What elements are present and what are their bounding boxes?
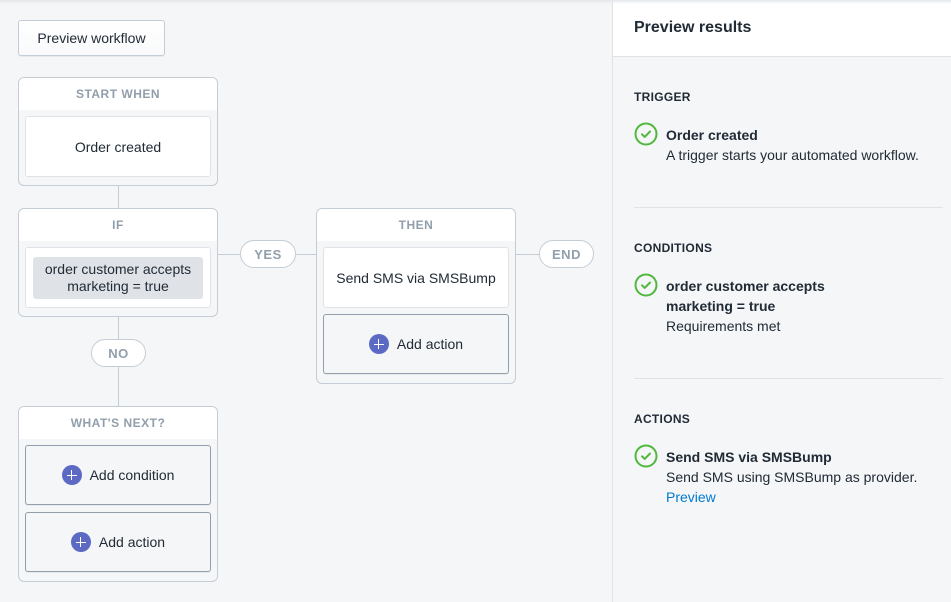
preview-workflow-button[interactable]: Preview workflow — [18, 20, 165, 56]
action-card[interactable]: Send SMS via SMSBump — [323, 247, 509, 308]
connector-start-if — [118, 185, 119, 209]
actions-result: Send SMS via SMSBump Send SMS using SMSB… — [634, 444, 943, 507]
trigger-section-title: TRIGGER — [634, 90, 691, 104]
trigger-result: Order created A trigger starts your auto… — [634, 122, 943, 165]
workflow-canvas: Preview workflow START WHEN Order create… — [0, 0, 612, 602]
conditions-section: CONDITIONS order customer accepts market… — [634, 241, 943, 336]
condition-line2: marketing = true — [67, 277, 169, 294]
connector-if-no — [118, 316, 119, 340]
trigger-label: Order created — [74, 138, 162, 155]
start-when-node: START WHEN Order created — [18, 77, 218, 186]
trigger-card[interactable]: Order created — [25, 116, 211, 177]
conditions-result-title-line2: marketing = true — [666, 298, 776, 314]
whats-next-header: WHAT'S NEXT? — [19, 407, 217, 439]
divider — [634, 378, 943, 379]
connector-no-next — [118, 366, 119, 407]
divider — [634, 207, 943, 208]
add-action-label: Add action — [396, 336, 464, 352]
preview-results-panel: Preview results TRIGGER Order created A … — [612, 0, 951, 602]
plus-circle-icon — [61, 465, 82, 485]
add-action-button[interactable]: Add action — [25, 512, 211, 572]
plus-circle-icon — [70, 532, 91, 552]
top-shadow — [0, 0, 951, 4]
start-when-header: START WHEN — [19, 78, 217, 110]
actions-section: ACTIONS Send SMS via SMSBump Send SMS us… — [634, 412, 943, 507]
add-condition-button[interactable]: Add condition — [25, 445, 211, 505]
yes-badge: YES — [240, 240, 296, 268]
panel-title: Preview results — [613, 0, 951, 57]
preview-link[interactable]: Preview — [666, 489, 716, 505]
add-condition-label: Add condition — [89, 467, 175, 483]
if-node: IF order customer accepts marketing = tr… — [18, 208, 218, 317]
trigger-section: TRIGGER Order created A trigger starts y… — [634, 90, 943, 165]
add-action-label: Add action — [98, 534, 166, 550]
actions-result-description: Send SMS using SMSBump as provider. — [666, 469, 918, 485]
conditions-result-title-line1: order customer accepts — [666, 278, 825, 294]
whats-next-node: WHAT'S NEXT? Add condition Add action — [18, 406, 218, 582]
conditions-result-description: Requirements met — [666, 318, 781, 334]
connector-if-yes — [217, 254, 240, 255]
check-circle-icon — [634, 273, 658, 297]
condition-card[interactable]: order customer accepts marketing = true — [25, 247, 211, 308]
actions-result-title: Send SMS via SMSBump — [666, 449, 832, 465]
plus-circle-icon — [368, 334, 389, 354]
if-header: IF — [19, 209, 217, 241]
condition-pill: order customer accepts marketing = true — [33, 256, 203, 299]
check-circle-icon — [634, 444, 658, 468]
then-header: THEN — [317, 209, 515, 241]
connector-yes-then — [296, 254, 317, 255]
end-badge: END — [539, 240, 594, 268]
check-circle-icon — [634, 122, 658, 146]
condition-line1: order customer accepts — [44, 260, 192, 277]
trigger-result-title: Order created — [666, 127, 758, 143]
then-node: THEN Send SMS via SMSBump Add action — [316, 208, 516, 384]
trigger-result-description: A trigger starts your automated workflow… — [666, 147, 919, 163]
connector-then-end — [515, 254, 539, 255]
no-badge: NO — [91, 339, 146, 367]
actions-section-title: ACTIONS — [634, 412, 691, 426]
action-label: Send SMS via SMSBump — [336, 269, 496, 286]
conditions-result: order customer accepts marketing = true … — [634, 273, 943, 336]
conditions-section-title: CONDITIONS — [634, 241, 713, 255]
then-add-action-button[interactable]: Add action — [323, 314, 509, 374]
